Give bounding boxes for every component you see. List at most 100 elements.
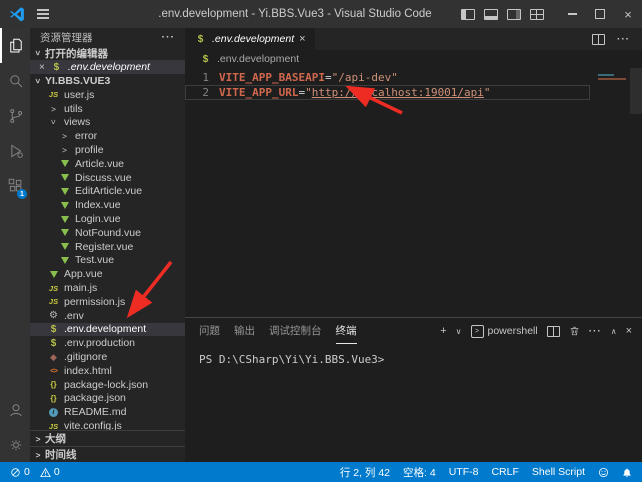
account-icon	[7, 401, 25, 419]
tab-debug-console[interactable]: 调试控制台	[269, 318, 322, 344]
tree-item[interactable]: permission.js	[30, 295, 185, 309]
tree-item[interactable]: Article.vue	[30, 157, 185, 171]
tree-item[interactable]: .env.production	[30, 336, 185, 350]
editor-scrollbar[interactable]	[630, 68, 642, 114]
activity-extensions[interactable]: 1	[0, 168, 30, 203]
breadcrumb[interactable]: .env.development	[185, 50, 642, 68]
tree-item[interactable]: index.html	[30, 364, 185, 378]
more-actions-icon[interactable]: ···	[617, 34, 630, 45]
eol-sequence[interactable]: CRLF	[491, 466, 518, 478]
url-link[interactable]: http://localhost:19001/api	[312, 86, 484, 99]
tab-env-development[interactable]: .env.development ×	[185, 28, 315, 50]
tree-item[interactable]: App.vue	[30, 267, 185, 281]
toggle-sidebar-icon[interactable]	[461, 9, 475, 20]
tree-item[interactable]: Discuss.vue	[30, 171, 185, 185]
tree-item[interactable]: .env	[30, 309, 185, 323]
window-title: .env.development - Yi.BBS.Vue3 - Visual …	[129, 8, 461, 20]
tree-item[interactable]: views	[30, 116, 185, 130]
tab-terminal[interactable]: 终端	[336, 318, 357, 344]
terminal-icon	[471, 325, 484, 338]
tab-problems[interactable]: 问题	[199, 318, 220, 344]
tree-item[interactable]: Index.vue	[30, 198, 185, 212]
timeline-section[interactable]: > 时间线	[30, 446, 185, 462]
toggle-secondary-sidebar-icon[interactable]	[507, 9, 521, 20]
maximize-button[interactable]	[586, 0, 614, 28]
feedback-smiley-icon[interactable]	[598, 467, 609, 478]
vscode-window: .env.development - Yi.BBS.Vue3 - Visual …	[0, 0, 642, 482]
tree-item[interactable]: .env.development	[30, 323, 185, 337]
project-root-section[interactable]: > YI.BBS.VUE3	[30, 74, 185, 88]
minimize-button[interactable]	[558, 0, 586, 28]
tree-item[interactable]: .gitignore	[30, 350, 185, 364]
new-terminal-icon[interactable]: +	[440, 325, 446, 337]
activity-settings[interactable]	[0, 427, 30, 462]
dollar-icon	[47, 338, 60, 349]
tree-item[interactable]: profile	[30, 143, 185, 157]
open-editors-section[interactable]: > 打开的编辑器	[30, 46, 185, 60]
line-number: 1	[185, 71, 209, 84]
customize-layout-icon[interactable]	[530, 9, 544, 20]
tree-item-label: main.js	[64, 282, 97, 294]
tree-item-label: .env	[64, 310, 84, 322]
cursor-position[interactable]: 行 2, 列 42	[340, 465, 390, 480]
tree-item[interactable]: main.js	[30, 281, 185, 295]
tree-item[interactable]: README.md	[30, 405, 185, 419]
split-terminal-icon[interactable]	[547, 326, 560, 337]
tree-item-label: App.vue	[64, 268, 103, 280]
tree-item-label: Test.vue	[75, 254, 114, 266]
panel-header: 问题 输出 调试控制台 终端 + ∨ powershell ···	[185, 318, 642, 344]
activity-search[interactable]	[0, 63, 30, 98]
toggle-panel-icon[interactable]	[484, 9, 498, 20]
tree-item[interactable]: Test.vue	[30, 254, 185, 268]
minimap[interactable]	[598, 74, 626, 80]
tree-item-label: user.js	[64, 89, 94, 101]
outline-label: 大纲	[45, 431, 66, 446]
close-editor-icon[interactable]: ×	[39, 62, 45, 73]
activity-run-debug[interactable]	[0, 133, 30, 168]
chevron-down-icon[interactable]: ∨	[456, 327, 462, 336]
language-mode[interactable]: Shell Script	[532, 466, 585, 478]
activity-bar: 1	[0, 28, 30, 462]
activity-explorer[interactable]	[0, 28, 30, 63]
close-window-button[interactable]: ×	[614, 0, 642, 28]
open-editor-item[interactable]: × .env.development	[30, 60, 185, 74]
tab-output[interactable]: 输出	[234, 318, 255, 344]
menu-icon[interactable]	[37, 13, 49, 14]
tree-item[interactable]: EditArticle.vue	[30, 185, 185, 199]
close-tab-icon[interactable]: ×	[299, 33, 305, 45]
tree-item-label: Discuss.vue	[75, 172, 132, 184]
tree-item[interactable]: utils	[30, 102, 185, 116]
trash-icon[interactable]	[569, 325, 580, 337]
more-actions-icon[interactable]: ···	[589, 326, 602, 337]
layout-controls	[461, 9, 544, 20]
open-editors-label: 打开的编辑器	[45, 46, 108, 61]
problems-status[interactable]: 0 0	[10, 466, 66, 478]
close-panel-icon[interactable]: ×	[626, 325, 632, 337]
chevron-up-icon[interactable]: ∧	[611, 327, 617, 336]
code-line-2: 2 VITE_APP_URL="http://localhost:19001/a…	[185, 85, 590, 100]
tab-bar: .env.development × ···	[185, 28, 642, 50]
line-number: 2	[185, 86, 209, 99]
tree-item[interactable]: vite.config.js	[30, 419, 185, 430]
info-icon	[47, 408, 60, 417]
activity-account[interactable]	[0, 392, 30, 427]
outline-section[interactable]: > 大纲	[30, 430, 185, 446]
shell-selector[interactable]: powershell	[471, 325, 538, 338]
tree-item[interactable]: user.js	[30, 88, 185, 102]
activity-source-control[interactable]	[0, 98, 30, 133]
terminal-content[interactable]: PS D:\CSharp\Yi\Yi.BBS.Vue3>	[185, 344, 642, 366]
tree-item[interactable]: Login.vue	[30, 212, 185, 226]
split-editor-icon[interactable]	[592, 34, 605, 45]
indentation[interactable]: 空格: 4	[403, 465, 436, 480]
bell-icon[interactable]	[622, 467, 632, 478]
tree-item[interactable]: package.json	[30, 392, 185, 406]
more-actions-icon[interactable]: ···	[162, 31, 176, 43]
code-editor[interactable]: 1 VITE_APP_BASEAPI="/api-dev" 2 VITE_APP…	[185, 68, 642, 317]
tree-item[interactable]: Register.vue	[30, 240, 185, 254]
tree-item[interactable]: package-lock.json	[30, 378, 185, 392]
source-control-icon	[7, 107, 25, 125]
tree-item[interactable]: NotFound.vue	[30, 226, 185, 240]
encoding[interactable]: UTF-8	[449, 466, 479, 478]
file-tree: user.js utils views error profile	[30, 88, 185, 430]
tree-item[interactable]: error	[30, 129, 185, 143]
